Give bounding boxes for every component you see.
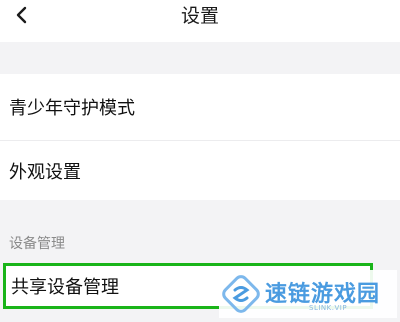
header-bar: 设置 [0,0,400,42]
settings-item-appearance[interactable]: 外观设置 [0,141,400,200]
page-title: 设置 [180,5,219,27]
settings-item-label: 共享设备管理 [11,277,119,298]
settings-item-label: 青少年守护模式 [9,98,135,119]
settings-item-teen-mode[interactable]: 青少年守护模式 [0,74,400,140]
watermark: 速链游戏园 SLINK.VIP [219,270,397,318]
watermark-sub: SLINK.VIP [309,304,348,312]
settings-item-label: 外观设置 [9,161,81,183]
section-gap [0,42,400,74]
watermark-logo-icon [221,274,261,314]
section-title-device-management: 设备管理 [9,236,65,252]
